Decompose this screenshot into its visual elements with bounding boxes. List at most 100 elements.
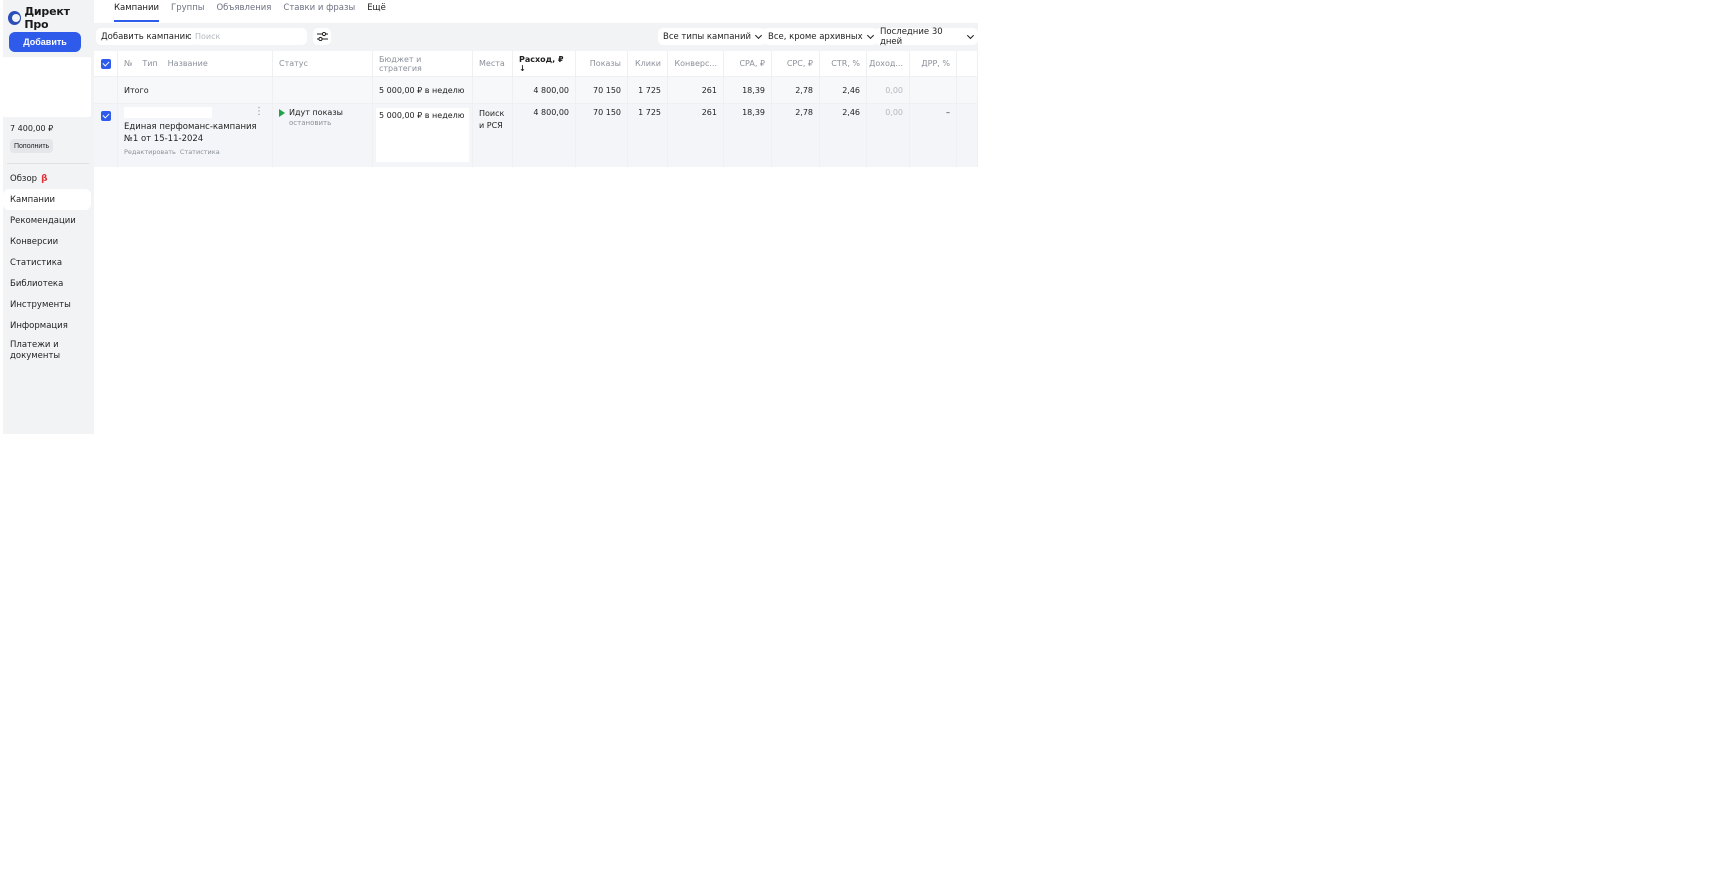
sidebar-divider xyxy=(7,163,89,164)
table-row[interactable]: ⋮ Единая перфоманс-кампания №1 от 15-11-… xyxy=(94,104,978,167)
edit-link[interactable]: Редактировать xyxy=(124,148,176,156)
sidebar-nav: Обзор β Кампании Рекомендации Конверсии … xyxy=(3,168,91,364)
toolbar: Добавить кампанию Все типы кампаний Все,… xyxy=(94,23,978,51)
campaign-drr: – xyxy=(910,104,957,167)
tab-more[interactable]: Ещё xyxy=(367,0,386,22)
sidebar-item-label: Платежи и документы xyxy=(10,340,61,361)
header-places[interactable]: Места xyxy=(473,51,513,77)
sidebar: Директ Про Добавить 7 400,00 ₽ Пополнить… xyxy=(3,0,94,434)
header-name[interactable]: Название xyxy=(168,59,208,68)
header-drr[interactable]: ДРР, % xyxy=(910,51,957,77)
campaign-name-cell: ⋮ Единая перфоманс-кампания №1 от 15-11-… xyxy=(118,104,273,167)
sidebar-item-library[interactable]: Библиотека xyxy=(3,273,91,294)
sidebar-item-tools[interactable]: Инструменты xyxy=(3,294,91,315)
header-budget[interactable]: Бюджет и стратегия xyxy=(373,51,473,77)
sidebar-item-payments[interactable]: Платежи и документы xyxy=(3,336,91,364)
header-cpa[interactable]: CPA, ₽ xyxy=(724,51,772,77)
sidebar-item-label: Обзор xyxy=(10,173,38,184)
tab-campaigns[interactable]: Кампании xyxy=(114,0,160,22)
header-extra xyxy=(957,51,978,77)
header-impressions[interactable]: Показы xyxy=(576,51,628,77)
sliders-icon xyxy=(316,32,328,41)
header-num[interactable]: № xyxy=(124,59,132,68)
header-revenue[interactable]: Доход... xyxy=(867,51,910,77)
total-drr xyxy=(910,77,957,104)
header-cpc[interactable]: CPC, ₽ xyxy=(772,51,820,77)
campaign-cpc: 2,78 xyxy=(772,104,820,167)
campaigns-table: № Тип Название Статус Бюджет и стратегия… xyxy=(94,51,978,167)
add-campaign-button[interactable]: Добавить кампанию xyxy=(96,28,198,45)
period-select[interactable]: Последние 30 дней xyxy=(875,26,978,47)
sidebar-item-statistics[interactable]: Статистика xyxy=(3,252,91,273)
campaign-budget[interactable]: 5 000,00 ₽ в неделю xyxy=(376,108,469,162)
promo-placeholder xyxy=(3,57,91,117)
sidebar-item-information[interactable]: Информация xyxy=(3,315,91,336)
header-status[interactable]: Статус xyxy=(273,51,373,77)
select-all-cell xyxy=(94,51,118,77)
campaign-type-value: Все типы кампаний xyxy=(663,31,752,42)
total-ctr: 2,46 xyxy=(820,77,867,104)
total-revenue: 0,00 xyxy=(867,77,910,104)
campaign-name[interactable]: Единая перфоманс-кампания №1 от 15-11-20… xyxy=(124,121,259,145)
campaign-type-select[interactable]: Все типы кампаний xyxy=(658,28,767,45)
archive-filter-value: Все, кроме архивных xyxy=(768,31,863,42)
header-spend[interactable]: Расход, ₽ ↓ xyxy=(513,51,576,77)
add-button[interactable]: Добавить xyxy=(9,32,81,52)
total-status xyxy=(273,77,373,104)
sidebar-item-label: Статистика xyxy=(10,257,63,268)
account-balance: 7 400,00 ₽ xyxy=(10,124,54,133)
total-label: Итого xyxy=(118,77,273,104)
total-spend: 4 800,00 xyxy=(513,77,576,104)
header-conversions[interactable]: Конверс... xyxy=(668,51,724,77)
row-checkbox[interactable] xyxy=(100,111,111,121)
campaign-places: Поиск и РСЯ xyxy=(473,104,513,167)
sidebar-item-label: Конверсии xyxy=(10,236,59,247)
sidebar-item-recommendations[interactable]: Рекомендации xyxy=(3,210,91,231)
archive-filter-select[interactable]: Все, кроме архивных xyxy=(763,28,878,45)
search-input[interactable] xyxy=(191,28,307,45)
header-type[interactable]: Тип xyxy=(142,59,157,68)
table-header: № Тип Название Статус Бюджет и стратегия… xyxy=(94,51,978,77)
sidebar-item-campaigns[interactable]: Кампании xyxy=(3,189,91,210)
campaign-extra xyxy=(957,104,978,167)
header-ctr[interactable]: CTR, % xyxy=(820,51,867,77)
logo[interactable]: Директ Про xyxy=(8,5,94,31)
tab-ads[interactable]: Объявления xyxy=(216,0,271,22)
header-clicks[interactable]: Клики xyxy=(628,51,668,77)
logo-text: Директ Про xyxy=(24,5,70,31)
filter-settings-button[interactable] xyxy=(313,28,331,45)
select-all-checkbox[interactable] xyxy=(100,58,111,69)
campaign-budget-cell: 5 000,00 ₽ в неделю xyxy=(373,104,473,167)
campaign-cpa: 18,39 xyxy=(724,104,772,167)
tab-groups[interactable]: Группы xyxy=(171,0,204,22)
campaign-conversions: 261 xyxy=(668,104,724,167)
total-cpc: 2,78 xyxy=(772,77,820,104)
sidebar-item-label: Информация xyxy=(10,320,68,331)
sidebar-item-label: Инструменты xyxy=(10,299,71,310)
total-extra xyxy=(957,77,978,104)
stop-campaign-link[interactable]: остановить xyxy=(289,119,366,127)
total-conversions: 261 xyxy=(668,77,724,104)
total-row: Итого 5 000,00 ₽ в неделю 4 800,00 70 15… xyxy=(94,77,978,104)
sidebar-item-overview[interactable]: Обзор β xyxy=(3,168,91,189)
more-options-icon[interactable]: ⋮ xyxy=(254,107,264,117)
period-value: Последние 30 дней xyxy=(880,26,943,47)
sidebar-item-conversions[interactable]: Конверсии xyxy=(3,231,91,252)
chevron-down-icon xyxy=(967,31,975,39)
total-budget: 5 000,00 ₽ в неделю xyxy=(373,77,473,104)
total-check-cell xyxy=(94,77,118,104)
campaign-revenue: 0,00 xyxy=(867,104,910,167)
stats-link[interactable]: Статистика xyxy=(180,148,220,156)
total-places xyxy=(473,77,513,104)
sidebar-item-label: Библиотека xyxy=(10,278,64,289)
header-name-group: № Тип Название xyxy=(118,51,273,77)
campaign-impressions: 70 150 xyxy=(576,104,628,167)
tab-bids-phrases[interactable]: Ставки и фразы xyxy=(283,0,355,22)
campaign-status-cell: Идут показы остановить xyxy=(273,104,373,167)
total-impressions: 70 150 xyxy=(576,77,628,104)
campaign-clicks: 1 725 xyxy=(628,104,668,167)
topup-button[interactable]: Пополнить xyxy=(10,139,54,153)
direct-logo-icon xyxy=(8,11,22,25)
campaign-status: Идут показы xyxy=(289,108,343,117)
campaign-ctr: 2,46 xyxy=(820,104,867,167)
